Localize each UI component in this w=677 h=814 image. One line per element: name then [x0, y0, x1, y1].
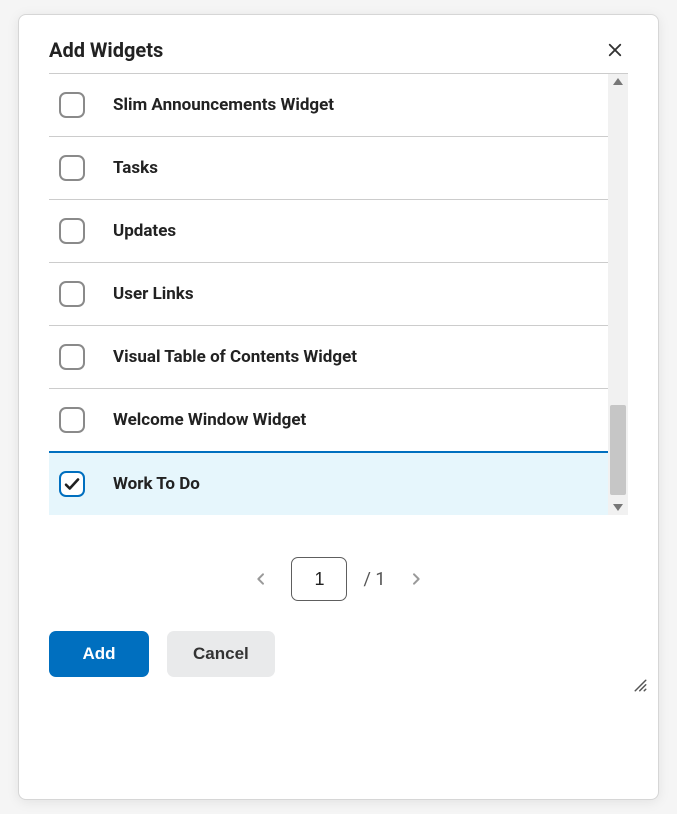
widget-row[interactable]: User Links — [49, 263, 628, 326]
scroll-thumb[interactable] — [610, 405, 626, 495]
widget-checkbox[interactable] — [59, 344, 85, 370]
widget-checkbox[interactable] — [59, 155, 85, 181]
add-widgets-dialog: Add Widgets Slim Announcements Widget Tas… — [18, 14, 659, 800]
widget-checkbox[interactable] — [59, 281, 85, 307]
close-icon — [606, 41, 624, 59]
widget-label: Welcome Window Widget — [113, 410, 306, 430]
widget-label: User Links — [113, 284, 194, 304]
resize-icon — [630, 675, 648, 693]
chevron-right-icon — [408, 571, 424, 587]
widget-row[interactable]: Welcome Window Widget — [49, 389, 628, 452]
page-total: / 1 — [363, 569, 385, 590]
widget-checkbox[interactable] — [59, 92, 85, 118]
next-page-button[interactable] — [402, 565, 430, 593]
widget-label: Slim Announcements Widget — [113, 95, 334, 115]
close-button[interactable] — [602, 37, 628, 63]
widget-row[interactable]: Updates — [49, 200, 628, 263]
cancel-button[interactable]: Cancel — [167, 631, 275, 677]
dialog-title: Add Widgets — [49, 38, 163, 62]
widget-row[interactable]: Tasks — [49, 137, 628, 200]
widget-label: Work To Do — [113, 474, 200, 494]
widget-checkbox[interactable] — [59, 218, 85, 244]
widget-checkbox[interactable] — [59, 407, 85, 433]
scrollbar[interactable] — [608, 74, 628, 515]
scroll-down-icon[interactable] — [613, 504, 623, 511]
add-button[interactable]: Add — [49, 631, 149, 677]
widget-list: Slim Announcements Widget Tasks Updates Use… — [49, 74, 628, 515]
prev-page-button[interactable] — [247, 565, 275, 593]
dialog-footer: Add Cancel — [19, 631, 658, 707]
widget-label: Visual Table of Contents Widget — [113, 347, 357, 367]
page-input[interactable] — [291, 557, 347, 601]
chevron-left-icon — [253, 571, 269, 587]
dialog-header: Add Widgets — [19, 15, 658, 73]
widget-row[interactable]: Slim Announcements Widget — [49, 74, 628, 137]
pagination: / 1 — [19, 515, 658, 631]
checkmark-icon — [63, 475, 81, 493]
widget-checkbox[interactable] — [59, 471, 85, 497]
scroll-up-icon[interactable] — [613, 78, 623, 85]
widget-label: Updates — [113, 221, 176, 241]
widget-label: Tasks — [113, 158, 158, 178]
widget-row[interactable]: Visual Table of Contents Widget — [49, 326, 628, 389]
widget-row[interactable]: Work To Do — [49, 451, 628, 515]
resize-handle[interactable] — [630, 675, 648, 697]
widget-list-wrapper: Slim Announcements Widget Tasks Updates Use… — [49, 73, 628, 515]
